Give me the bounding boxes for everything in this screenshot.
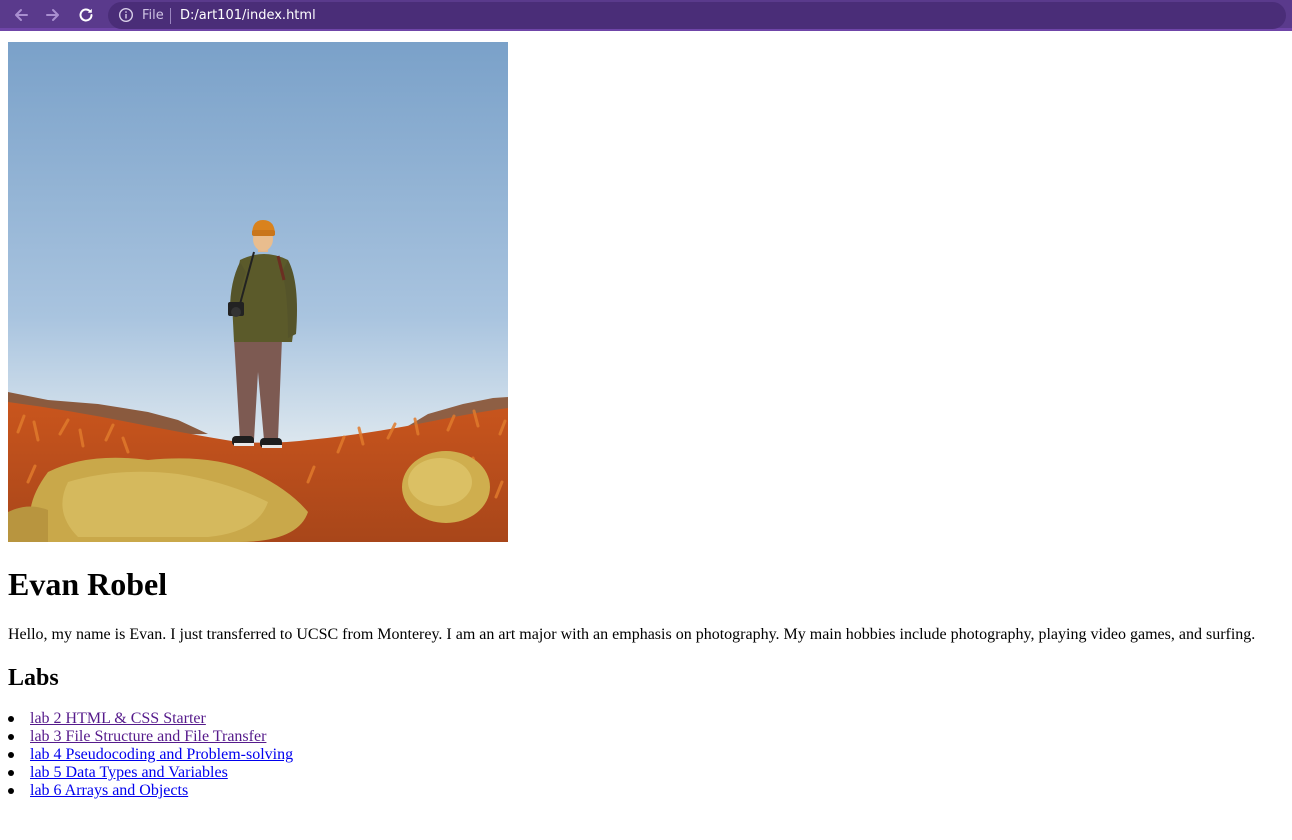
- bullet-icon: [8, 716, 14, 722]
- page-content: Evan Robel Hello, my name is Evan. I jus…: [0, 34, 1292, 840]
- info-circle-icon[interactable]: [118, 7, 134, 23]
- list-item: lab 4 Pseudocoding and Problem-solving: [8, 746, 293, 764]
- reload-icon: [79, 8, 93, 22]
- browser-toolbar: File D:/art101/index.html: [0, 0, 1292, 31]
- lab-2-link[interactable]: lab 2 HTML & CSS Starter: [30, 710, 206, 727]
- url-scheme-label: File: [142, 8, 164, 23]
- lab-5-link[interactable]: lab 5 Data Types and Variables: [30, 764, 228, 781]
- arrow-right-icon: [46, 9, 59, 21]
- list-item: lab 3 File Structure and File Transfer: [8, 728, 293, 746]
- lab-4-link[interactable]: lab 4 Pseudocoding and Problem-solving: [30, 746, 293, 763]
- list-item: lab 5 Data Types and Variables: [8, 764, 293, 782]
- labs-heading: Labs: [8, 665, 59, 691]
- lab-6-link[interactable]: lab 6 Arrays and Objects: [30, 782, 188, 799]
- list-item: lab 2 HTML & CSS Starter: [8, 710, 293, 728]
- page-title: Evan Robel: [8, 566, 168, 602]
- bullet-icon: [8, 752, 14, 758]
- bullet-icon: [8, 770, 14, 776]
- url-text[interactable]: D:/art101/index.html: [180, 8, 316, 23]
- profile-photo: [8, 42, 508, 542]
- bullet-icon: [8, 734, 14, 740]
- address-bar[interactable]: File D:/art101/index.html: [108, 2, 1286, 29]
- omnibox-divider: [170, 8, 171, 24]
- labs-list: lab 2 HTML & CSS Starter lab 3 File Stru…: [8, 710, 293, 800]
- back-button[interactable]: [9, 3, 33, 27]
- bullet-icon: [8, 788, 14, 794]
- reload-button[interactable]: [74, 3, 98, 27]
- lab-3-link[interactable]: lab 3 File Structure and File Transfer: [30, 728, 266, 745]
- list-item: lab 6 Arrays and Objects: [8, 782, 293, 800]
- forward-button[interactable]: [41, 3, 65, 27]
- intro-paragraph: Hello, my name is Evan. I just transferr…: [8, 626, 1256, 643]
- arrow-left-icon: [15, 9, 28, 21]
